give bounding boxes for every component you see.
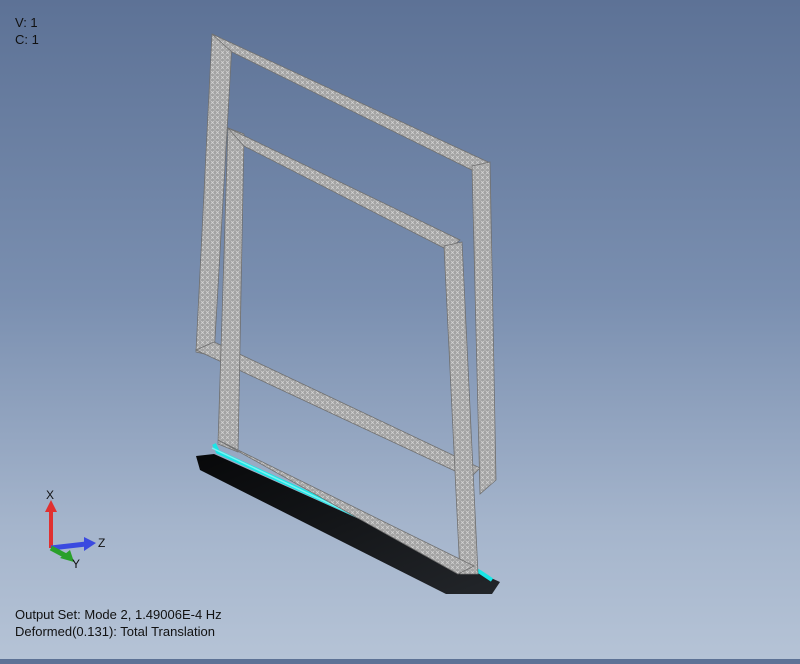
outer-top-beam	[211, 33, 489, 173]
ground-shadow	[196, 454, 500, 594]
coordinate-triad: X Z Y	[45, 488, 105, 571]
triad-z-label: Z	[98, 536, 105, 550]
output-info: Output Set: Mode 2, 1.49006E-4 Hz Deform…	[15, 606, 222, 640]
config-number: C: 1	[15, 32, 39, 47]
view-info: V: 1 C: 1	[15, 14, 39, 48]
z-axis-arrow	[50, 541, 87, 551]
inner-right-post	[443, 241, 479, 575]
outer-right-post	[471, 161, 497, 495]
output-set-label: Output Set: Mode 2, 1.49006E-4 Hz	[15, 607, 222, 622]
deformed-label: Deformed(0.131): Total Translation	[15, 624, 215, 639]
y-axis-arrow	[49, 545, 68, 559]
inner-frame[interactable]	[217, 127, 479, 575]
fe-model-canvas[interactable]: X Z Y	[0, 0, 800, 659]
triad-x-label: X	[46, 488, 54, 502]
triad-y-label: Y	[72, 557, 80, 571]
model-viewport[interactable]: X Z Y	[0, 0, 800, 659]
view-number: V: 1	[15, 15, 38, 30]
